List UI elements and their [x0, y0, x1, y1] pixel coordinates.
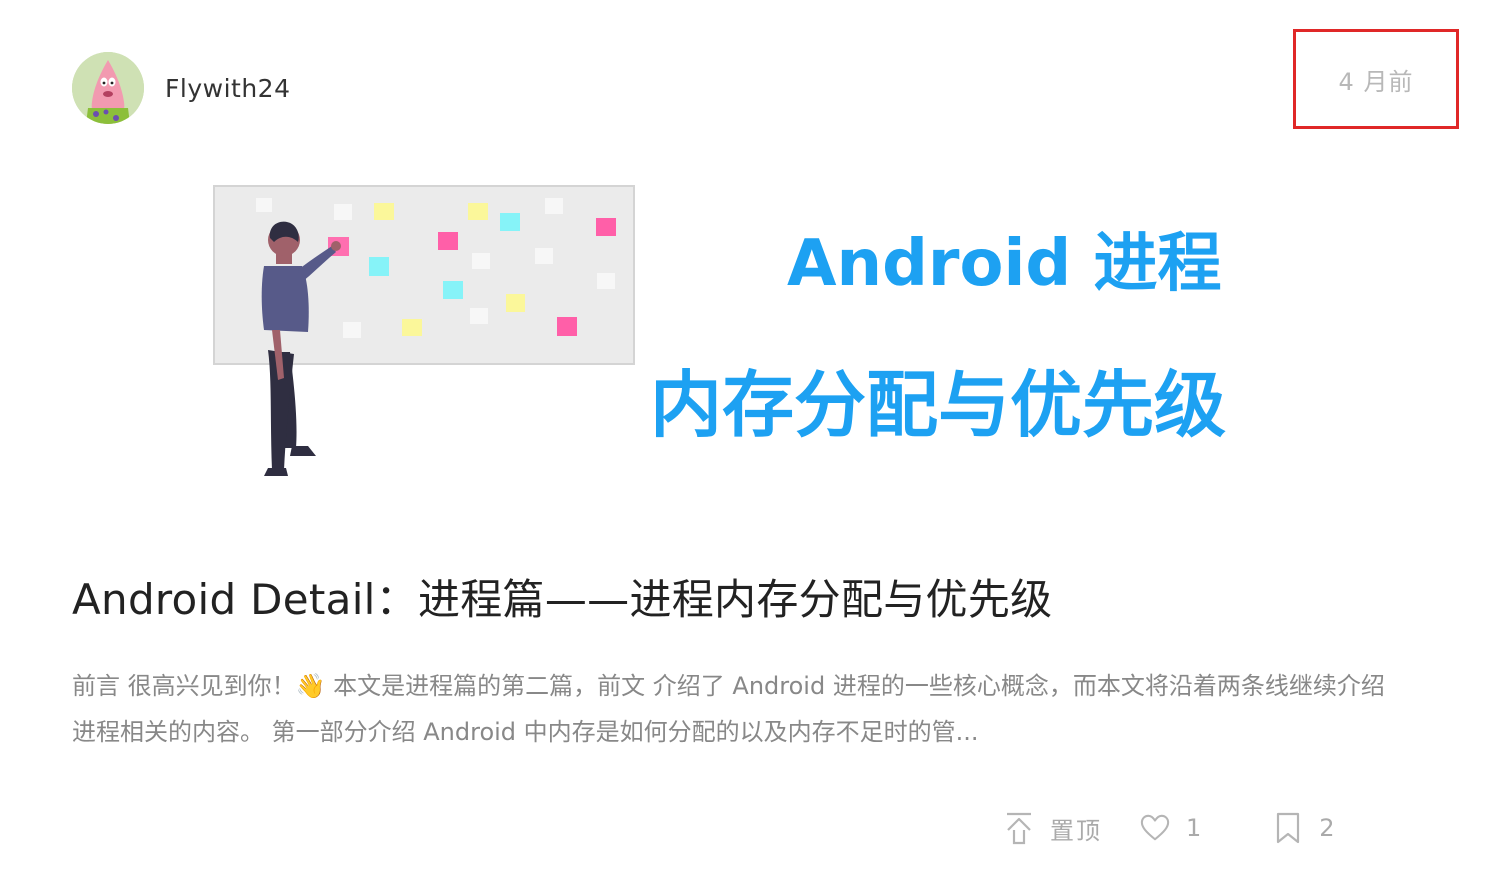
author-avatar[interactable]	[72, 52, 144, 124]
post-actions: 置顶 1 2	[1004, 806, 1337, 850]
bookmark-icon	[1273, 811, 1303, 845]
post-card[interactable]: Flywith24 4 月前 Android 进程 内存分配与优先级 Andro…	[0, 0, 1506, 884]
post-time-highlight: 4 月前	[1293, 29, 1459, 129]
pin-top-icon	[1004, 811, 1034, 845]
pin-top-label: 置顶	[1050, 816, 1102, 845]
post-summary: 前言 很高兴见到你！👋 本文是进程篇的第二篇，前文 介绍了 Android 进程…	[72, 672, 1385, 746]
like-button[interactable]: 1	[1140, 811, 1203, 845]
cover-subhead: 内存分配与优先级	[650, 363, 1226, 447]
bookmark-count: 2	[1319, 814, 1337, 842]
heart-icon	[1140, 811, 1170, 845]
cover-image[interactable]: Android 进程 内存分配与优先级	[212, 180, 1292, 490]
pin-top-button[interactable]: 置顶	[1004, 811, 1102, 846]
cover-headline: Android 进程	[787, 227, 1221, 301]
author-name[interactable]: Flywith24	[165, 74, 290, 103]
like-count: 1	[1186, 814, 1204, 842]
author-info[interactable]: Flywith24	[72, 52, 290, 124]
post-time: 4 月前	[1338, 67, 1414, 96]
bookmark-button[interactable]: 2	[1273, 811, 1336, 845]
post-title[interactable]: Android Detail：进程篇——进程内存分配与优先级	[72, 566, 1052, 627]
